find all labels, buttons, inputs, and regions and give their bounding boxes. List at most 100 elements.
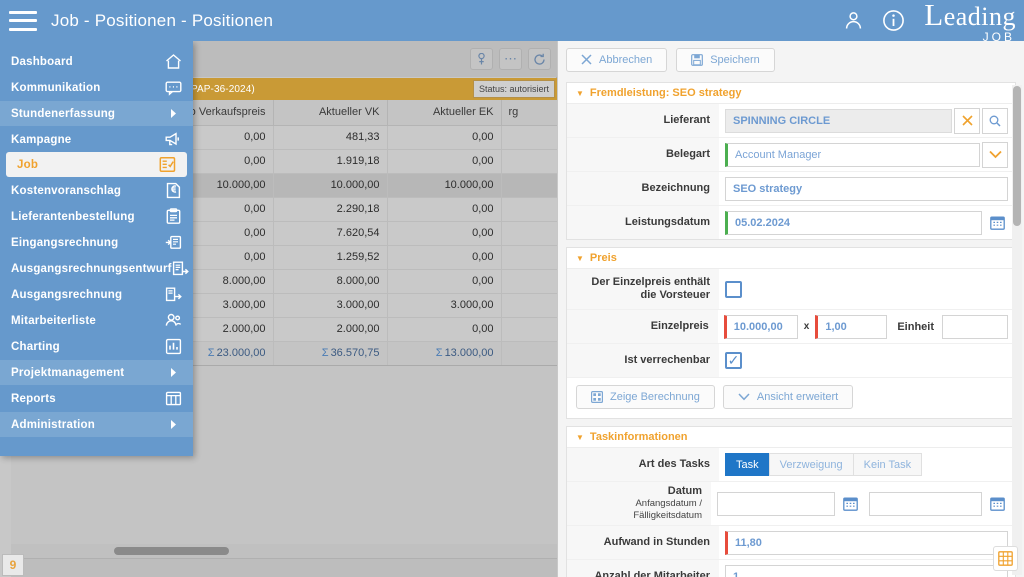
page-title: Job - Positionen - Positionen [51,10,274,30]
belegart-dropdown-button[interactable] [982,141,1008,168]
einzelpreis-input[interactable]: 10.000,00 [723,314,798,339]
chevron-down-icon [738,393,750,401]
anfangsdatum-calendar-button[interactable] [839,493,861,515]
col-header-4[interactable]: Aktueller EK [387,100,502,126]
section-header-fremdleistung[interactable]: ▼ Fremdleistung: SEO strategy [567,83,1015,104]
sidebar-item-kommunikation[interactable]: Kommunikation [0,75,193,100]
cancel-button[interactable]: Abbrechen [566,47,668,72]
save-button[interactable]: Speichern [676,47,775,72]
anfangsdatum-input[interactable] [717,491,835,516]
segment-task[interactable]: Task [725,453,769,476]
segment-verzweigung[interactable]: Verzweigung [768,453,853,476]
hamburger-icon[interactable] [9,10,37,31]
label-anzahl-mitarbeiter: Anzahl der Mitarbeiter [567,560,719,577]
vorsteuer-checkbox[interactable] [725,280,742,298]
control-einzelpreis: 10.000,00 x 1,00 Einheit [718,314,1015,339]
grid-refresh-button[interactable] [528,48,551,70]
label-text: Aufwand in Stunden [603,536,710,548]
table-cell [501,269,557,294]
sidebar-item-charting[interactable]: Charting [0,334,193,359]
section-fremdleistung: ▼ Fremdleistung: SEO strategy Lieferant … [566,82,1016,240]
sidebar-item-projektmanagement[interactable]: Projektmanagement [0,360,193,385]
lieferant-input[interactable]: SPINNING CIRCLE [725,108,952,133]
faelligkeitsdatum-input[interactable] [869,491,982,516]
control-lieferant: SPINNING CIRCLE [719,107,1015,134]
sidebar-item-ausgangsrechnung[interactable]: Ausgangsrechnung [0,282,193,307]
table-cell [501,149,557,174]
sidebar-item-job[interactable]: Job [6,152,187,177]
zeige-berechnung-label: Zeige Berechnung [610,391,700,403]
summary-value: 36.570,75 [330,347,380,359]
table-cell: 3.000,00 [273,293,388,318]
section-header-preis[interactable]: ▼ Preis [567,248,1015,269]
form-action-bar: Abbrechen Speichern [558,41,1024,78]
preis-footer-buttons: Zeige Berechnung Ansicht erweitert [567,378,1015,418]
user-icon[interactable] [840,8,866,34]
grid-more-button[interactable]: ⋯ [499,48,522,70]
lieferant-search-button[interactable] [982,107,1008,134]
info-icon[interactable] [880,8,906,34]
label-einzelpreis: Einzelpreis [567,310,718,343]
sidebar-item-label: Charting [11,340,60,353]
leistungsdatum-calendar-button[interactable] [986,212,1008,234]
col-header-3[interactable]: Aktueller VK [273,100,388,126]
summary-value: 13.000,00 [444,347,494,359]
sidebar-item-kostenvoranschlag[interactable]: Kostenvoranschlag [0,178,193,203]
table-icon [163,389,183,409]
form-scroll-area: ▼ Fremdleistung: SEO strategy Lieferant … [566,82,1016,577]
sidebar-item-ausgangsrechnungsentwurf[interactable]: Ausgangsrechnungsentwurf [0,256,193,281]
sidebar-item-dashboard[interactable]: Dashboard [0,49,193,74]
aufwand-input[interactable]: 11,80 [725,530,1008,555]
section-header-taskinformationen[interactable]: ▼ Taskinformationen [567,427,1015,448]
faelligkeitsdatum-calendar-button[interactable] [986,493,1008,515]
label-lieferant: Lieferant [567,104,719,137]
einheit-input[interactable] [942,314,1008,339]
sidebar-item-label: Reports [11,392,56,405]
brand-name: Leading [924,0,1016,30]
sigma-icon: Σ [435,347,443,359]
label-text: Einzelpreis [650,320,709,332]
table-cell: 1.919,18 [273,149,388,174]
chevron-right-icon [163,104,183,124]
sidebar-item-eingangsrechnung[interactable]: Eingangsrechnung [0,230,193,255]
zeige-berechnung-button[interactable]: Zeige Berechnung [576,385,715,409]
form-vertical-scrollbar[interactable] [1012,85,1022,575]
label-text: Datum [667,485,702,497]
anzahl-mitarbeiter-input[interactable]: 1 [725,564,1008,577]
grid-view-toggle-button[interactable] [993,546,1018,571]
table-cell [501,125,557,150]
col-header-5[interactable]: rg [501,100,557,126]
section-preis: ▼ Preis Der Einzelpreis enthält die Vors… [566,247,1016,419]
section-taskinformationen: ▼ Taskinformationen Art des Tasks Task V… [566,426,1016,577]
summary-cell [501,341,557,366]
sidebar-item-stundenerfassung[interactable]: Stundenerfassung [0,101,193,126]
sidebar-item-administration[interactable]: Administration [0,412,193,437]
page-badge[interactable]: 9 [2,554,24,576]
field-row-leistungsdatum: Leistungsdatum 05.02.2024 [567,206,1015,239]
leistungsdatum-input[interactable]: 05.02.2024 [725,210,982,235]
belegart-select[interactable]: Account Manager [725,142,980,167]
home-icon [163,52,183,72]
sidebar-item-reports[interactable]: Reports [0,386,193,411]
sidebar-item-mitarbeiterliste[interactable]: Mitarbeiterliste [0,308,193,333]
detail-form-pane: Abbrechen Speichern ▼ Fremdleistung: SEO… [558,41,1024,577]
filter-icon [478,52,485,64]
sidebar-item-kampagne[interactable]: Kampagne [0,127,193,152]
menge-input[interactable]: 1,00 [815,314,888,339]
sidebar-item-lieferantenbestellung[interactable]: Lieferantenbestellung [0,204,193,229]
form-scrollbar-thumb[interactable] [1013,86,1021,226]
grid-filter-button[interactable] [470,48,493,70]
app-root: Σ ⋯ FUGITIVE CHRONICLES [0,0,1024,577]
lieferant-clear-button[interactable] [954,107,980,134]
ist-verrechenbar-checkbox[interactable]: ✓ [725,352,742,369]
grid-horizontal-scrollbar[interactable] [11,544,557,558]
label-subtext: Anfangsdatum / Fälligkeitsdatum [633,498,702,521]
summary-cell: Σ 13.000,00 [387,341,502,366]
top-bar-actions: Leading JOB [840,0,1024,43]
ansicht-erweitert-button[interactable]: Ansicht erweitert [722,385,854,409]
control-ist-verrechenbar: ✓ [719,352,1015,369]
segment-kein-task[interactable]: Kein Task [852,453,923,476]
scrollbar-thumb[interactable] [114,547,229,555]
control-aufwand: 11,80 [719,530,1015,555]
bezeichnung-input[interactable]: SEO strategy [725,176,1008,201]
